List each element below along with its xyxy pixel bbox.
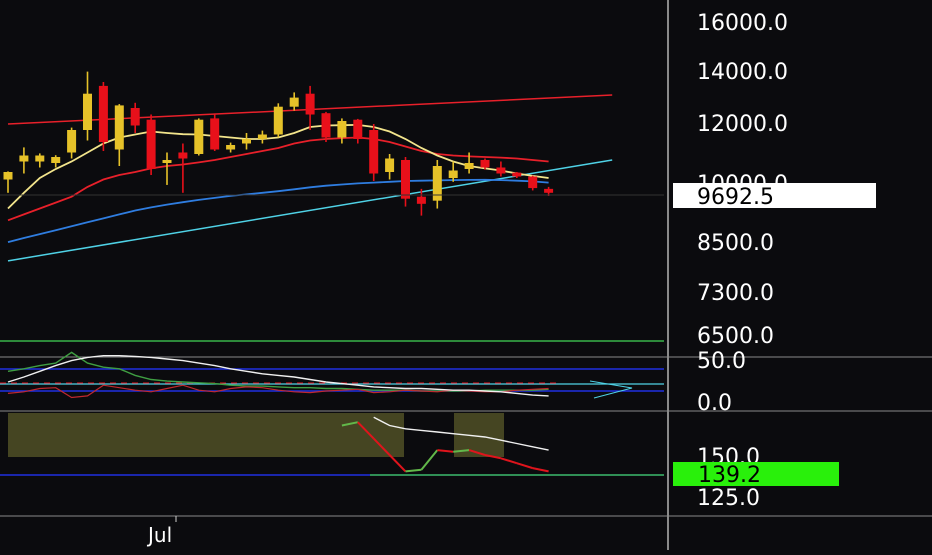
candle-body [273, 106, 283, 135]
candle-body [226, 145, 236, 150]
indicator1-axis-label: 50.0 [697, 349, 746, 374]
candle-body [464, 163, 474, 169]
time-axis-label: Jul [146, 523, 172, 547]
candle-body [35, 155, 45, 162]
candle-body [114, 105, 124, 150]
oscillator-zone-left [8, 413, 404, 457]
indicator2-value: 139.2 [698, 463, 761, 488]
price-axis-label: 12000.0 [697, 112, 788, 137]
candle [321, 111, 331, 142]
candle-body [480, 160, 490, 168]
price-axis-label: 14000.0 [697, 60, 788, 85]
candle-body [19, 155, 29, 162]
candle-body [98, 85, 108, 142]
candle-body [162, 160, 172, 163]
candle-body [353, 119, 363, 139]
candle [98, 82, 108, 151]
last-price-value: 9692.5 [697, 185, 774, 210]
candle-body [305, 93, 315, 115]
candle-body [289, 97, 299, 107]
candle-body [257, 134, 267, 139]
candle-body [242, 139, 251, 144]
candle-body [496, 167, 506, 174]
trading-chart[interactable]: 16000.0 14000.0 12000.0 10000.0 8500.0 7… [0, 0, 932, 550]
candle-body [67, 130, 77, 153]
candle [210, 114, 220, 151]
candle-body [321, 113, 331, 138]
candle-body [369, 130, 379, 174]
indicator2-axis-label: 125.0 [697, 486, 760, 511]
candle-body [448, 170, 458, 178]
candle-body [83, 93, 92, 130]
price-axis-label: 8500.0 [697, 231, 774, 256]
candle-body [194, 119, 204, 154]
candle-body [51, 157, 61, 163]
candle [273, 103, 283, 138]
price-axis-label: 16000.0 [697, 11, 788, 36]
candle-body [416, 196, 426, 204]
candle-body [401, 160, 410, 199]
candle-body [210, 118, 220, 150]
candle-body [178, 152, 188, 159]
candle-body [3, 172, 13, 180]
candle [369, 124, 379, 181]
candle-body [130, 108, 140, 126]
candle [194, 118, 204, 156]
candle-body [528, 176, 538, 189]
price-axis-label: 6500.0 [697, 324, 774, 349]
candle-body [146, 119, 156, 169]
candle-body [544, 188, 554, 193]
candle-body [512, 172, 522, 177]
candle-body [385, 158, 395, 172]
chart-canvas[interactable]: 16000.0 14000.0 12000.0 10000.0 8500.0 7… [0, 0, 932, 550]
candle-body [337, 121, 347, 138]
candle [146, 114, 156, 175]
indicator1-axis-label: 0.0 [697, 391, 732, 416]
price-axis-label: 7300.0 [697, 281, 774, 306]
